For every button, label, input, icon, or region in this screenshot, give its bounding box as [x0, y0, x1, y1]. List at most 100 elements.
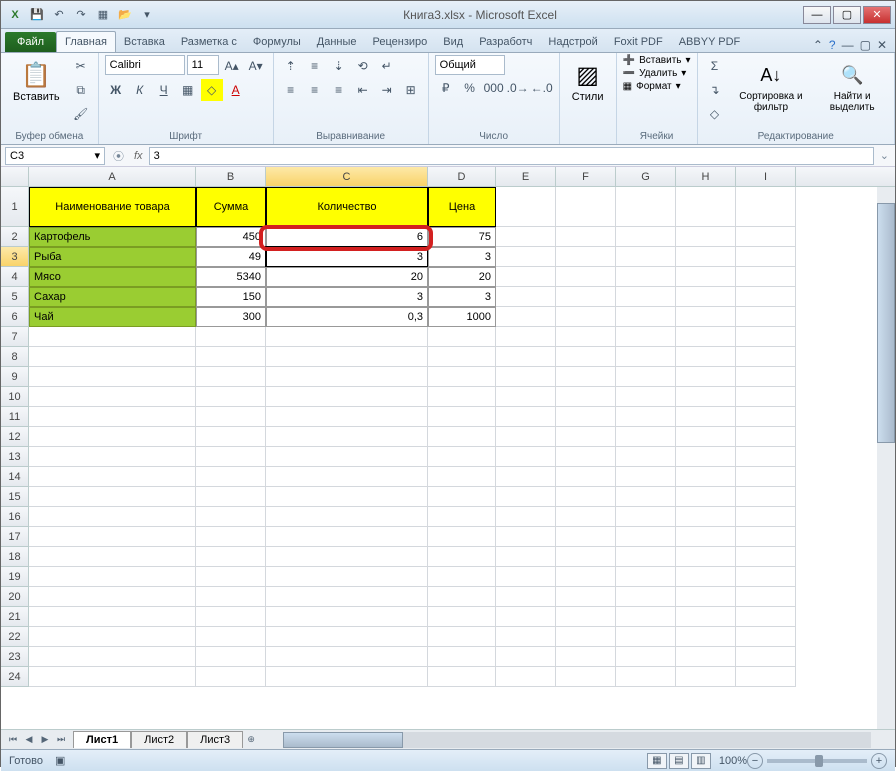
cell-f1[interactable] [556, 187, 616, 227]
cell-a1[interactable]: Наименование товара [29, 187, 196, 227]
increase-decimal-icon[interactable]: .0→ [507, 77, 529, 99]
cell-a4[interactable]: Мясо [29, 267, 196, 287]
name-box-dropdown-icon[interactable]: ▾ [94, 149, 100, 162]
cell-b2[interactable]: 450 [196, 227, 266, 247]
row-header-12[interactable]: 12 [1, 427, 29, 447]
cell-g9[interactable] [616, 367, 676, 387]
sheet-last-icon[interactable]: ⏭ [53, 732, 69, 748]
row-header-16[interactable]: 16 [1, 507, 29, 527]
cell-e5[interactable] [496, 287, 556, 307]
cell-f7[interactable] [556, 327, 616, 347]
cell-d2[interactable]: 75 [428, 227, 496, 247]
cell-i14[interactable] [736, 467, 796, 487]
format-painter-icon[interactable]: 🖌 [70, 103, 92, 125]
autosum-icon[interactable]: Σ [704, 55, 726, 77]
fx-icon[interactable]: fx [128, 150, 149, 162]
cell-d16[interactable] [428, 507, 496, 527]
cell-h14[interactable] [676, 467, 736, 487]
cell-c17[interactable] [266, 527, 428, 547]
font-color-icon[interactable]: A [225, 79, 247, 101]
indent-inc-icon[interactable]: ⇥ [376, 79, 398, 101]
cell-f13[interactable] [556, 447, 616, 467]
paste-button[interactable]: 📋 Вставить [7, 55, 66, 107]
border-icon[interactable]: ▦ [177, 79, 199, 101]
cell-g7[interactable] [616, 327, 676, 347]
ribbon-close-icon[interactable]: ✕ [877, 38, 887, 52]
cell-e16[interactable] [496, 507, 556, 527]
cell-h21[interactable] [676, 607, 736, 627]
cell-i23[interactable] [736, 647, 796, 667]
cell-g17[interactable] [616, 527, 676, 547]
cell-f6[interactable] [556, 307, 616, 327]
cell-b22[interactable] [196, 627, 266, 647]
cell-f12[interactable] [556, 427, 616, 447]
cell-d21[interactable] [428, 607, 496, 627]
zoom-thumb[interactable] [815, 755, 823, 767]
cell-e24[interactable] [496, 667, 556, 687]
cell-d23[interactable] [428, 647, 496, 667]
cell-a10[interactable] [29, 387, 196, 407]
row-header-15[interactable]: 15 [1, 487, 29, 507]
cell-b23[interactable] [196, 647, 266, 667]
cell-h19[interactable] [676, 567, 736, 587]
file-tab[interactable]: Файл [5, 32, 56, 52]
number-format-combo[interactable]: Общий [435, 55, 505, 75]
cell-e8[interactable] [496, 347, 556, 367]
cell-h16[interactable] [676, 507, 736, 527]
col-header-i[interactable]: I [736, 167, 796, 186]
cell-b5[interactable]: 150 [196, 287, 266, 307]
cell-i6[interactable] [736, 307, 796, 327]
cell-h8[interactable] [676, 347, 736, 367]
maximize-button[interactable]: ▢ [833, 6, 861, 24]
cell-f4[interactable] [556, 267, 616, 287]
cell-e7[interactable] [496, 327, 556, 347]
cell-g3[interactable] [616, 247, 676, 267]
cell-d11[interactable] [428, 407, 496, 427]
cell-h24[interactable] [676, 667, 736, 687]
cell-b7[interactable] [196, 327, 266, 347]
cell-g6[interactable] [616, 307, 676, 327]
cell-f22[interactable] [556, 627, 616, 647]
cell-b13[interactable] [196, 447, 266, 467]
vscroll-thumb[interactable] [877, 203, 895, 443]
cell-g13[interactable] [616, 447, 676, 467]
select-all-corner[interactable] [1, 167, 29, 186]
decrease-font-icon[interactable]: A▾ [245, 55, 267, 77]
tab-pagelayout[interactable]: Разметка с [173, 32, 245, 52]
cell-a17[interactable] [29, 527, 196, 547]
font-name-combo[interactable]: Calibri [105, 55, 185, 75]
cell-b8[interactable] [196, 347, 266, 367]
cut-icon[interactable]: ✂ [70, 55, 92, 77]
cell-g15[interactable] [616, 487, 676, 507]
cell-e6[interactable] [496, 307, 556, 327]
open-icon[interactable]: 📂 [115, 5, 135, 25]
cell-i8[interactable] [736, 347, 796, 367]
zoom-slider[interactable] [767, 759, 867, 763]
cell-e22[interactable] [496, 627, 556, 647]
formula-input[interactable]: 3 [149, 147, 874, 165]
cell-a6[interactable]: Чай [29, 307, 196, 327]
cell-f17[interactable] [556, 527, 616, 547]
cell-a18[interactable] [29, 547, 196, 567]
row-header-2[interactable]: 2 [1, 227, 29, 247]
cell-a21[interactable] [29, 607, 196, 627]
cell-i21[interactable] [736, 607, 796, 627]
cell-e2[interactable] [496, 227, 556, 247]
cell-f19[interactable] [556, 567, 616, 587]
cell-b21[interactable] [196, 607, 266, 627]
cell-d17[interactable] [428, 527, 496, 547]
sheet-first-icon[interactable]: ⏮ [5, 732, 21, 748]
cell-f20[interactable] [556, 587, 616, 607]
cell-c2[interactable]: 6 [266, 227, 428, 247]
cell-h1[interactable] [676, 187, 736, 227]
tab-abbyy[interactable]: ABBYY PDF [671, 32, 749, 52]
cell-b12[interactable] [196, 427, 266, 447]
cell-h10[interactable] [676, 387, 736, 407]
minimize-button[interactable]: — [803, 6, 831, 24]
vertical-scrollbar[interactable] [877, 187, 895, 729]
cell-g4[interactable] [616, 267, 676, 287]
cell-b6[interactable]: 300 [196, 307, 266, 327]
cell-i7[interactable] [736, 327, 796, 347]
zoom-out-button[interactable]: − [747, 753, 763, 769]
tab-home[interactable]: Главная [56, 31, 116, 52]
